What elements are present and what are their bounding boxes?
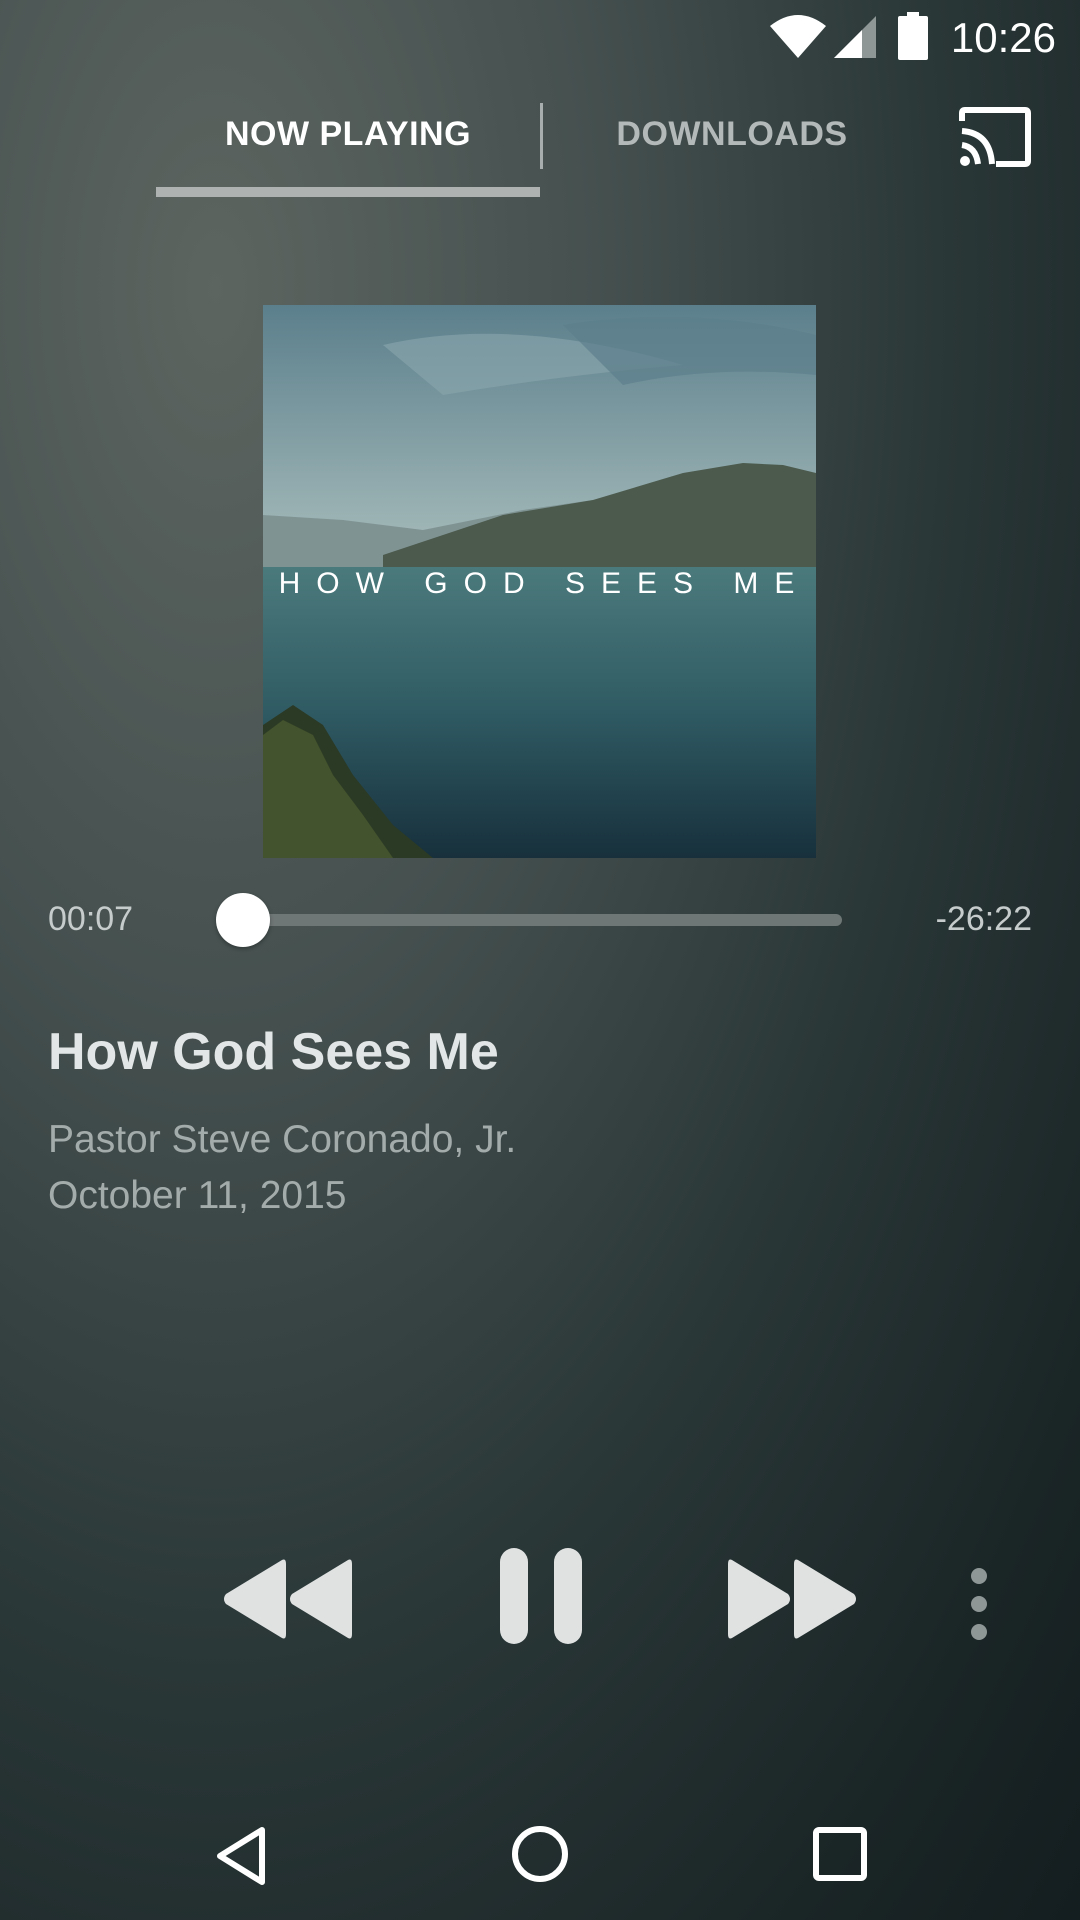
fast-forward-button[interactable] [726,1554,860,1644]
tab-downloads[interactable]: DOWNLOADS [540,115,924,154]
time-remaining: -26:22 [935,900,1032,938]
track-date: October 11, 2015 [48,1174,347,1217]
tab-now-playing[interactable]: NOW PLAYING [156,115,540,154]
status-bar: 10:26 [0,0,1080,75]
track-title: How God Sees Me [48,1023,499,1081]
active-tab-indicator [156,187,540,197]
rewind-icon [220,1559,354,1648]
nav-recent-button[interactable] [812,1826,868,1882]
status-time: 10:26 [950,14,1056,61]
more-options-button[interactable] [962,1564,996,1644]
system-nav-bar [0,1800,1080,1920]
recent-apps-icon [812,1827,868,1886]
home-icon [510,1826,570,1888]
fast-forward-icon [726,1559,860,1648]
album-art: HOW GOD SEES ME [263,305,816,858]
nav-home-button[interactable] [510,1824,570,1884]
rewind-button[interactable] [220,1554,354,1644]
more-vert-icon [962,1568,996,1648]
track-artist: Pastor Steve Coronado, Jr. [48,1118,517,1161]
battery-icon [898,12,928,65]
cast-icon [958,107,1032,171]
tab-bar: NOW PLAYING DOWNLOADS [0,95,1080,205]
time-elapsed: 00:07 [48,900,134,938]
album-art-title: HOW GOD SEES ME [278,567,811,600]
progress-thumb[interactable] [216,893,270,947]
nav-back-button[interactable] [212,1824,268,1888]
wifi-icon [768,12,828,65]
signal-icon [832,14,878,65]
playback-controls [0,1540,1080,1660]
pause-icon [498,1548,584,1656]
cast-button[interactable] [958,107,1032,167]
back-icon [212,1827,268,1892]
progress-slider[interactable] [216,893,842,947]
pause-button[interactable] [498,1540,584,1652]
